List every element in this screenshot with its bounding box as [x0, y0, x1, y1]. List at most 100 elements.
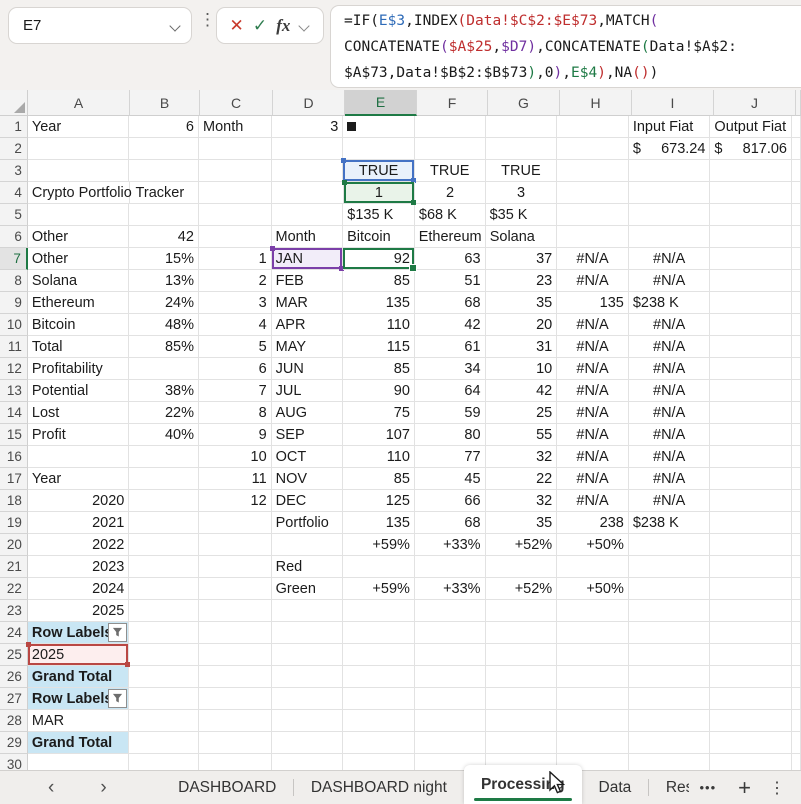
cell-C11[interactable]: 5 [199, 336, 272, 358]
cell-G16[interactable]: 32 [486, 446, 558, 468]
cell-I28[interactable] [629, 710, 711, 732]
row-header-23[interactable]: 23 [0, 600, 28, 622]
cell-E2[interactable] [343, 138, 415, 160]
cell-C19[interactable] [199, 512, 272, 534]
cell-G5[interactable]: $35 K [486, 204, 558, 226]
cell-D12[interactable]: JUN [272, 358, 344, 380]
cell-J24[interactable] [710, 622, 792, 644]
cell-edge12[interactable] [792, 358, 801, 380]
cell-B21[interactable] [129, 556, 199, 578]
more-sheets-icon[interactable]: ••• [689, 780, 726, 795]
row-header-27[interactable]: 27 [0, 688, 28, 710]
cell-H27[interactable] [557, 688, 629, 710]
cell-edge14[interactable] [792, 402, 801, 424]
cell-edge10[interactable] [792, 314, 801, 336]
cell-edge17[interactable] [792, 468, 801, 490]
cell-I4[interactable] [629, 182, 711, 204]
cell-edge21[interactable] [792, 556, 801, 578]
cell-D9[interactable]: MAR [272, 292, 344, 314]
cell-A3[interactable] [28, 160, 129, 182]
cell-edge6[interactable] [792, 226, 801, 248]
cell-I13[interactable]: #N/A [629, 380, 711, 402]
row-header-21[interactable]: 21 [0, 556, 28, 578]
cell-E28[interactable] [343, 710, 415, 732]
cell-J30[interactable] [710, 754, 792, 770]
cell-C30[interactable] [199, 754, 272, 770]
cell-I3[interactable] [629, 160, 711, 182]
cell-A24[interactable]: Row Labels [28, 622, 129, 644]
cell-H29[interactable] [557, 732, 629, 754]
add-sheet-icon[interactable]: + [726, 774, 763, 802]
cell-J20[interactable] [710, 534, 792, 556]
cell-J22[interactable] [710, 578, 792, 600]
cell-C10[interactable]: 4 [199, 314, 272, 336]
cell-J18[interactable] [710, 490, 792, 512]
cell-edge29[interactable] [792, 732, 801, 754]
cell-edge19[interactable] [792, 512, 801, 534]
cell-H10[interactable]: #N/A [557, 314, 629, 336]
cell-edge15[interactable] [792, 424, 801, 446]
cell-E14[interactable]: 75 [343, 402, 415, 424]
cell-H21[interactable] [557, 556, 629, 578]
cell-F22[interactable]: +33% [415, 578, 486, 600]
row-header-24[interactable]: 24 [0, 622, 28, 644]
cell-A2[interactable] [28, 138, 129, 160]
next-sheet-icon[interactable]: › [92, 773, 114, 803]
cell-G24[interactable] [486, 622, 558, 644]
cell-J25[interactable] [710, 644, 792, 666]
cell-B12[interactable] [129, 358, 199, 380]
cell-edge16[interactable] [792, 446, 801, 468]
cell-B18[interactable] [129, 490, 199, 512]
cell-A11[interactable]: Total [28, 336, 129, 358]
cell-H13[interactable]: #N/A [557, 380, 629, 402]
cell-C21[interactable] [199, 556, 272, 578]
cell-J16[interactable] [710, 446, 792, 468]
cell-D17[interactable]: NOV [272, 468, 344, 490]
row-header-11[interactable]: 11 [0, 336, 28, 358]
row-header-22[interactable]: 22 [0, 578, 28, 600]
select-all-corner[interactable] [0, 90, 28, 116]
formula-strip-handle-icon[interactable]: ⋮ [199, 14, 216, 25]
cell-E6[interactable]: Bitcoin [343, 226, 415, 248]
cell-F28[interactable] [415, 710, 486, 732]
cell-D27[interactable] [272, 688, 344, 710]
cell-F15[interactable]: 80 [415, 424, 486, 446]
cell-C17[interactable]: 11 [199, 468, 272, 490]
cell-B11[interactable]: 85% [129, 336, 199, 358]
cell-J8[interactable] [710, 270, 792, 292]
cell-H8[interactable]: #N/A [557, 270, 629, 292]
cell-J19[interactable] [710, 512, 792, 534]
cell-F17[interactable]: 45 [415, 468, 486, 490]
cell-D15[interactable]: SEP [272, 424, 344, 446]
cell-H15[interactable]: #N/A [557, 424, 629, 446]
cell-H9[interactable]: 135 [557, 292, 629, 314]
cell-B28[interactable] [129, 710, 199, 732]
cell-C20[interactable] [199, 534, 272, 556]
cell-E3[interactable]: TRUE [343, 160, 415, 182]
cell-G6[interactable]: Solana [486, 226, 558, 248]
cell-E27[interactable] [343, 688, 415, 710]
row-header-8[interactable]: 8 [0, 270, 28, 292]
cell-C8[interactable]: 2 [199, 270, 272, 292]
cell-F18[interactable]: 66 [415, 490, 486, 512]
cell-F9[interactable]: 68 [415, 292, 486, 314]
cell-G28[interactable] [486, 710, 558, 732]
cell-J10[interactable] [710, 314, 792, 336]
cell-B29[interactable] [129, 732, 199, 754]
cell-C3[interactable] [199, 160, 272, 182]
cell-B23[interactable] [129, 600, 199, 622]
cell-E7[interactable]: 92 [343, 248, 415, 270]
cell-D18[interactable]: DEC [272, 490, 344, 512]
cell-J4[interactable] [710, 182, 792, 204]
col-header-J[interactable]: J [714, 90, 796, 116]
cell-A19[interactable]: 2021 [28, 512, 129, 534]
cell-G7[interactable]: 37 [486, 248, 558, 270]
cell-D16[interactable]: OCT [272, 446, 344, 468]
cell-A25[interactable]: 2025 [28, 644, 129, 666]
cell-C14[interactable]: 8 [199, 402, 272, 424]
cell-A26[interactable]: Grand Total [28, 666, 129, 688]
cell-J2[interactable]: $817.06 [710, 138, 792, 160]
cell-D10[interactable]: APR [272, 314, 344, 336]
cell-D25[interactable] [272, 644, 344, 666]
cell-F16[interactable]: 77 [415, 446, 486, 468]
